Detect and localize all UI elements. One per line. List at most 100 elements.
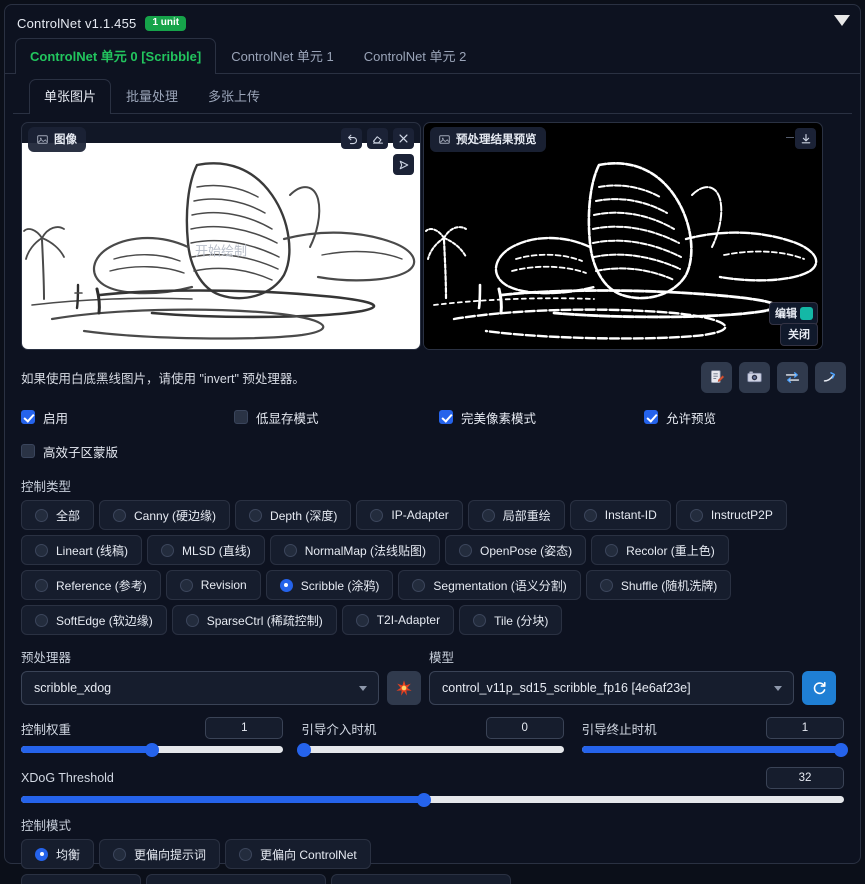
radio-icon[interactable]	[459, 543, 473, 557]
control-type-normalmap[interactable]: NormalMap (法线贴图)	[269, 535, 441, 565]
new-canvas-icon[interactable]	[701, 361, 732, 393]
tab-single-image[interactable]: 单张图片	[29, 79, 112, 114]
control-type-lineart[interactable]: Lineart (线稿)	[21, 535, 143, 565]
close-icon[interactable]	[393, 128, 414, 149]
control-mode-prompt[interactable]: 更偏向提示词	[99, 839, 221, 869]
slider-thumb[interactable]	[834, 742, 849, 757]
send-to-icon[interactable]	[815, 361, 846, 393]
control-type-tile[interactable]: Tile (分块)	[459, 605, 563, 635]
radio-icon[interactable]	[35, 613, 48, 627]
radio-icon[interactable]	[179, 578, 193, 592]
slider-thumb[interactable]	[145, 742, 160, 757]
radio-icon[interactable]	[689, 508, 703, 522]
run-preprocessor-button[interactable]	[387, 671, 421, 705]
slider-thumb[interactable]	[417, 792, 432, 807]
radio-icon[interactable]	[35, 543, 48, 557]
tab-controlnet-unit-2[interactable]: ControlNet 单元 2	[349, 38, 482, 73]
control-type-openpose[interactable]: OpenPose (姿态)	[445, 535, 587, 565]
radio-icon[interactable]	[355, 613, 369, 627]
edit-preview-button[interactable]: 编辑	[769, 302, 818, 325]
radio-icon[interactable]	[412, 578, 426, 592]
accordion-header[interactable]: ControlNet v1.1.455 1 unit	[5, 5, 860, 41]
radio-icon[interactable]	[35, 508, 48, 522]
checkbox-effective-region-mask[interactable]: 高效子区蒙版	[21, 442, 118, 461]
radio-icon[interactable]	[473, 613, 487, 627]
resize-mode-option[interactable]	[331, 874, 511, 884]
control-type-instructp2p[interactable]: InstructP2P	[675, 500, 787, 530]
slider-xdog-threshold-value[interactable]: 32	[766, 767, 844, 789]
control-type-revision[interactable]: Revision	[165, 570, 261, 600]
radio-icon[interactable]	[185, 613, 199, 627]
control-type-all[interactable]: 全部	[21, 500, 95, 530]
radio-icon[interactable]	[279, 578, 293, 592]
radio-icon[interactable]	[35, 847, 48, 861]
slider-guidance-end-value[interactable]: 1	[765, 717, 844, 739]
undo-icon[interactable]	[341, 128, 362, 149]
control-type-recolor[interactable]: Recolor (重上色)	[591, 535, 729, 565]
send-icon[interactable]	[393, 154, 414, 175]
checkbox-enable-box[interactable]	[21, 410, 35, 424]
control-mode-balanced[interactable]: 均衡	[21, 839, 95, 869]
slider-control-weight-value[interactable]: 1	[205, 717, 284, 739]
checkbox-low-vram[interactable]: 低显存模式	[234, 408, 439, 427]
control-mode-controlnet[interactable]: 更偏向 ControlNet	[225, 839, 371, 869]
eraser-icon[interactable]	[367, 128, 388, 149]
webcam-icon[interactable]	[739, 361, 770, 393]
control-type-reference[interactable]: Reference (参考)	[21, 570, 161, 600]
sketch-canvas[interactable]: 开始绘制	[22, 143, 420, 349]
tab-multi-upload[interactable]: 多张上传	[193, 79, 275, 113]
radio-icon[interactable]	[481, 508, 495, 522]
control-type-sparsectrl[interactable]: SparseCtrl (稀疏控制)	[171, 605, 337, 635]
chevron-down-icon[interactable]	[834, 15, 850, 26]
model-select[interactable]: control_v11p_sd15_scribble_fp16 [4e6af23…	[429, 671, 794, 705]
download-icon[interactable]	[795, 128, 816, 149]
refresh-models-button[interactable]	[802, 671, 836, 705]
checkbox-low-vram-box[interactable]	[234, 410, 248, 424]
radio-icon[interactable]	[599, 578, 613, 592]
input-image-panel[interactable]: 开始绘制 图像	[21, 122, 421, 350]
radio-icon[interactable]	[113, 508, 127, 522]
slider-guidance-start-track[interactable]	[296, 742, 564, 757]
tab-batch-process[interactable]: 批量处理	[111, 79, 193, 113]
control-type-softedge[interactable]: SoftEdge (软边缘)	[21, 605, 167, 635]
slider-control-weight-track[interactable]	[21, 742, 284, 757]
checkbox-pixel-perfect[interactable]: 完美像素模式	[439, 408, 644, 427]
checkbox-enable[interactable]: 启用	[21, 408, 234, 427]
slider-guidance-start-value[interactable]: 0	[485, 717, 564, 739]
control-type-t2i-adapter[interactable]: T2I-Adapter	[341, 605, 455, 635]
control-type-mlsd[interactable]: MLSD (直线)	[147, 535, 265, 565]
control-type-canny[interactable]: Canny (硬边缘)	[99, 500, 231, 530]
control-type-scribble[interactable]: Scribble (涂鸦)	[265, 570, 394, 600]
resize-mode-option[interactable]	[21, 874, 141, 884]
radio-icon[interactable]	[239, 847, 253, 861]
radio-icon[interactable]	[249, 508, 263, 522]
checkbox-pixel-perfect-box[interactable]	[439, 410, 453, 424]
swap-icon[interactable]	[777, 361, 808, 393]
radio-icon[interactable]	[35, 578, 48, 592]
radio-icon[interactable]	[583, 508, 597, 522]
checkbox-effective-region-mask-box[interactable]	[21, 444, 35, 458]
checkbox-allow-preview-box[interactable]	[644, 410, 658, 424]
tab-controlnet-unit-1[interactable]: ControlNet 单元 1	[216, 38, 349, 73]
radio-icon[interactable]	[113, 847, 127, 861]
tab-controlnet-unit-0[interactable]: ControlNet 单元 0 [Scribble]	[15, 38, 217, 74]
control-type-segmentation[interactable]: Segmentation (语义分割)	[398, 570, 581, 600]
control-type-instant-id[interactable]: Instant-ID	[569, 500, 671, 530]
resize-mode-option[interactable]	[146, 874, 326, 884]
slider-xdog-threshold-track[interactable]	[21, 792, 844, 807]
radio-icon[interactable]	[283, 543, 297, 557]
preprocessor-select[interactable]: scribble_xdog	[21, 671, 379, 705]
control-type-depth[interactable]: Depth (深度)	[235, 500, 352, 530]
preview-image-panel[interactable]: 预处理结果预览 编辑 关闭	[423, 122, 823, 350]
control-type-shuffle[interactable]: Shuffle (随机洗牌)	[585, 570, 732, 600]
chevron-down-icon[interactable]	[359, 686, 367, 691]
radio-icon[interactable]	[605, 543, 619, 557]
slider-guidance-end-track[interactable]	[581, 742, 849, 757]
control-type-ip-adapter[interactable]: IP-Adapter	[356, 500, 463, 530]
close-preview-button[interactable]: 关闭	[780, 323, 818, 346]
radio-icon[interactable]	[161, 543, 175, 557]
radio-icon[interactable]	[370, 508, 384, 522]
slider-thumb[interactable]	[296, 742, 311, 757]
chevron-down-icon[interactable]	[774, 686, 782, 691]
control-type-inpaint[interactable]: 局部重绘	[467, 500, 565, 530]
